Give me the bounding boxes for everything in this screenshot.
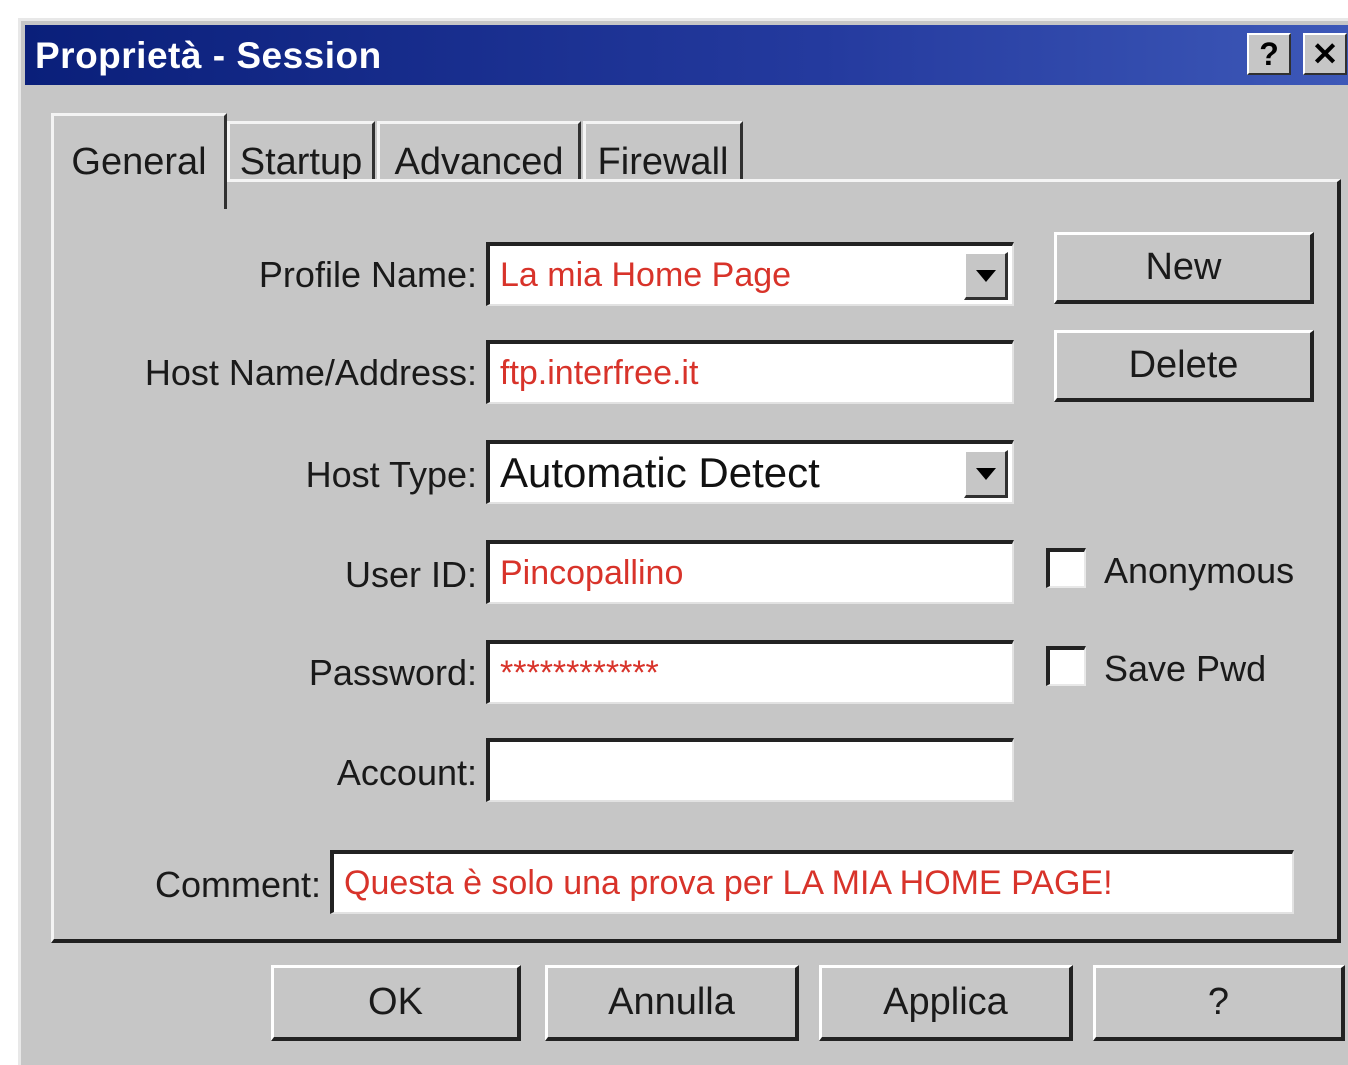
user-id-label: User ID:: [344, 554, 477, 595]
profile-name-combobox[interactable]: La mia Home Page: [486, 242, 1014, 306]
host-type-dropdown-button[interactable]: [964, 450, 1008, 498]
title-bar: Proprietà - Session ? ✕: [25, 25, 1348, 85]
anonymous-checkbox[interactable]: [1046, 548, 1086, 588]
host-type-label: Host Type:: [305, 454, 477, 495]
general-tab-panel: Profile Name: La mia Home Page New Host …: [51, 179, 1341, 943]
host-name-value: ftp.interfree.it: [500, 353, 699, 392]
tab-general[interactable]: General: [51, 113, 227, 209]
profile-name-label: Profile Name:: [258, 254, 477, 295]
properties-dialog: Proprietà - Session ? ✕ General Startup …: [18, 18, 1348, 1065]
profile-name-value: La mia Home Page: [500, 255, 792, 294]
host-name-input[interactable]: ftp.interfree.it: [486, 340, 1014, 404]
password-input[interactable]: ************: [486, 640, 1014, 704]
save-pwd-checkbox[interactable]: [1046, 646, 1086, 686]
chevron-down-icon: [975, 269, 996, 282]
save-pwd-label[interactable]: Save Pwd: [1104, 648, 1266, 690]
help-title-button[interactable]: ?: [1247, 33, 1291, 75]
host-name-label: Host Name/Address:: [144, 352, 477, 393]
anonymous-label[interactable]: Anonymous: [1104, 550, 1294, 592]
apply-button[interactable]: Applica: [819, 965, 1073, 1041]
window-title: Proprietà - Session: [35, 35, 382, 76]
password-value: ************: [500, 653, 659, 692]
password-label: Password:: [308, 652, 477, 693]
profile-name-dropdown-button[interactable]: [964, 252, 1008, 300]
ok-button[interactable]: OK: [271, 965, 521, 1041]
delete-button[interactable]: Delete: [1054, 330, 1314, 402]
account-input[interactable]: [486, 738, 1014, 802]
cancel-button[interactable]: Annulla: [545, 965, 799, 1041]
new-button[interactable]: New: [1054, 232, 1314, 304]
host-type-value: Automatic Detect: [500, 449, 820, 496]
chevron-down-icon: [975, 467, 996, 480]
account-label: Account:: [336, 752, 477, 793]
user-id-value: Pincopallino: [500, 553, 684, 592]
comment-value: Questa è solo una prova per LA MIA HOME …: [344, 863, 1113, 902]
user-id-input[interactable]: Pincopallino: [486, 540, 1014, 604]
comment-label: Comment:: [154, 864, 321, 905]
close-icon[interactable]: ✕: [1303, 33, 1347, 75]
help-button[interactable]: ?: [1093, 965, 1345, 1041]
host-type-select[interactable]: Automatic Detect: [486, 440, 1014, 504]
comment-input[interactable]: Questa è solo una prova per LA MIA HOME …: [330, 850, 1294, 914]
